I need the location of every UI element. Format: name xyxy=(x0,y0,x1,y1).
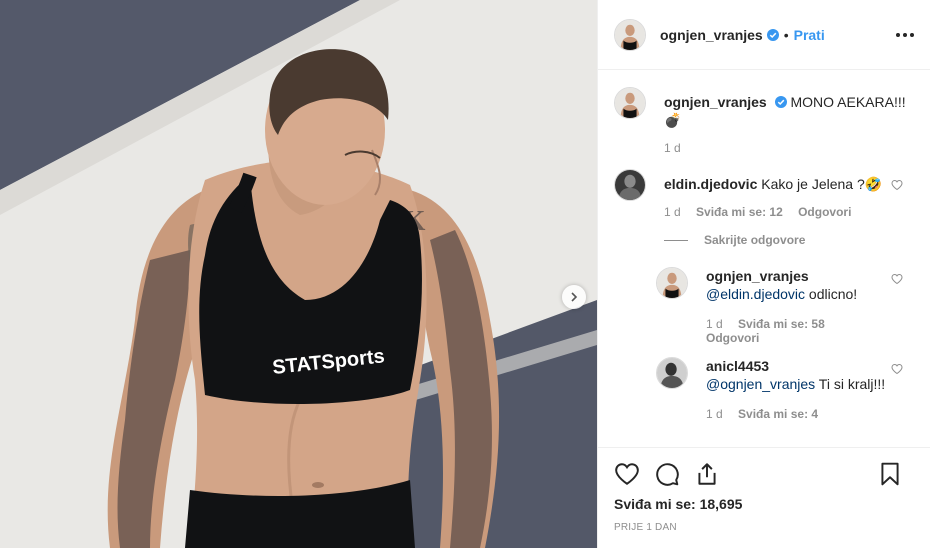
reply-username[interactable]: ognjen_vranjes xyxy=(706,268,809,284)
verified-badge-icon xyxy=(766,28,779,41)
post-panel: ognjen_vranjes • Prati ognjen_vranjes MO… xyxy=(597,0,930,548)
reply-text: Ti si kralj!!! xyxy=(815,376,886,392)
comment-item: eldin.djedovic Kako je Jelena ?🤣 1 d Svi… xyxy=(614,169,915,219)
avatar[interactable] xyxy=(656,267,688,299)
reply-time[interactable]: 1 d xyxy=(706,317,723,331)
reply-text: odlicno! xyxy=(805,286,858,302)
caption-text: MONO AEKARA!!! xyxy=(790,94,906,110)
reply-item: ognjen_vranjes @eldin.djedovic odlicno! … xyxy=(656,267,915,345)
reply-username[interactable]: anicl4453 xyxy=(706,358,769,374)
avatar[interactable] xyxy=(614,87,646,119)
comment-likes[interactable]: Sviđa mi se: 12 xyxy=(696,205,783,219)
more-options-icon[interactable] xyxy=(896,26,914,44)
caption: ognjen_vranjes MONO AEKARA!!! 💣 1 d xyxy=(614,87,915,155)
comment-text: Kako je Jelena ? xyxy=(761,176,865,192)
laughing-emoji: 🤣 xyxy=(864,176,883,192)
like-reply-heart-icon[interactable] xyxy=(891,363,903,375)
comment-time[interactable]: 1 d xyxy=(664,205,681,219)
reply-time[interactable]: 1 d xyxy=(706,407,723,421)
follow-button[interactable]: Prati xyxy=(794,27,825,43)
bookmark-icon[interactable] xyxy=(877,461,903,487)
post-header: ognjen_vranjes • Prati xyxy=(598,0,930,70)
post-photo[interactable]: EK STATSports xyxy=(0,0,597,548)
caption-time[interactable]: 1 d xyxy=(664,141,681,155)
reply-mention[interactable]: @ognjen_vranjes xyxy=(706,376,815,392)
post-date[interactable]: PRIJE 1 DAN xyxy=(614,522,915,533)
reply-likes[interactable]: Sviđa mi se: 4 xyxy=(738,407,818,421)
next-photo-button[interactable] xyxy=(562,285,586,309)
reply-item: anicl4453 @ognjen_vranjes Ti si kralj!!!… xyxy=(656,357,915,421)
bomb-emoji: 💣 xyxy=(664,112,682,128)
header-username[interactable]: ognjen_vranjes xyxy=(660,27,763,43)
comment-username[interactable]: eldin.djedovic xyxy=(664,176,757,192)
reply-button[interactable]: Odgovori xyxy=(798,205,851,219)
avatar[interactable] xyxy=(614,18,646,51)
chevron-right-icon xyxy=(571,292,578,302)
share-icon[interactable] xyxy=(694,461,720,487)
comments-list[interactable]: ognjen_vranjes MONO AEKARA!!! 💣 1 d eldi… xyxy=(598,71,930,447)
verified-badge-icon xyxy=(774,96,787,108)
avatar[interactable] xyxy=(656,357,688,389)
heart-icon[interactable] xyxy=(614,461,640,487)
like-comment-heart-icon[interactable] xyxy=(891,179,903,191)
athlete-image: EK STATSports xyxy=(0,0,597,548)
reply-button[interactable]: Odgovori xyxy=(706,331,759,345)
post-actions: Sviđa mi se: 18,695 PRIJE 1 DAN xyxy=(598,447,930,533)
hide-replies-button[interactable]: Sakrijte odgovore xyxy=(664,233,915,247)
reply-likes[interactable]: Sviđa mi se: 58 xyxy=(738,317,825,331)
hide-replies-label: Sakrijte odgovore xyxy=(704,233,806,247)
caption-username[interactable]: ognjen_vranjes xyxy=(664,94,767,110)
like-reply-heart-icon[interactable] xyxy=(891,273,903,285)
comment-icon[interactable] xyxy=(654,461,680,487)
avatar[interactable] xyxy=(614,169,646,201)
reply-mention[interactable]: @eldin.djedovic xyxy=(706,286,805,302)
separator-dot: • xyxy=(783,26,789,43)
